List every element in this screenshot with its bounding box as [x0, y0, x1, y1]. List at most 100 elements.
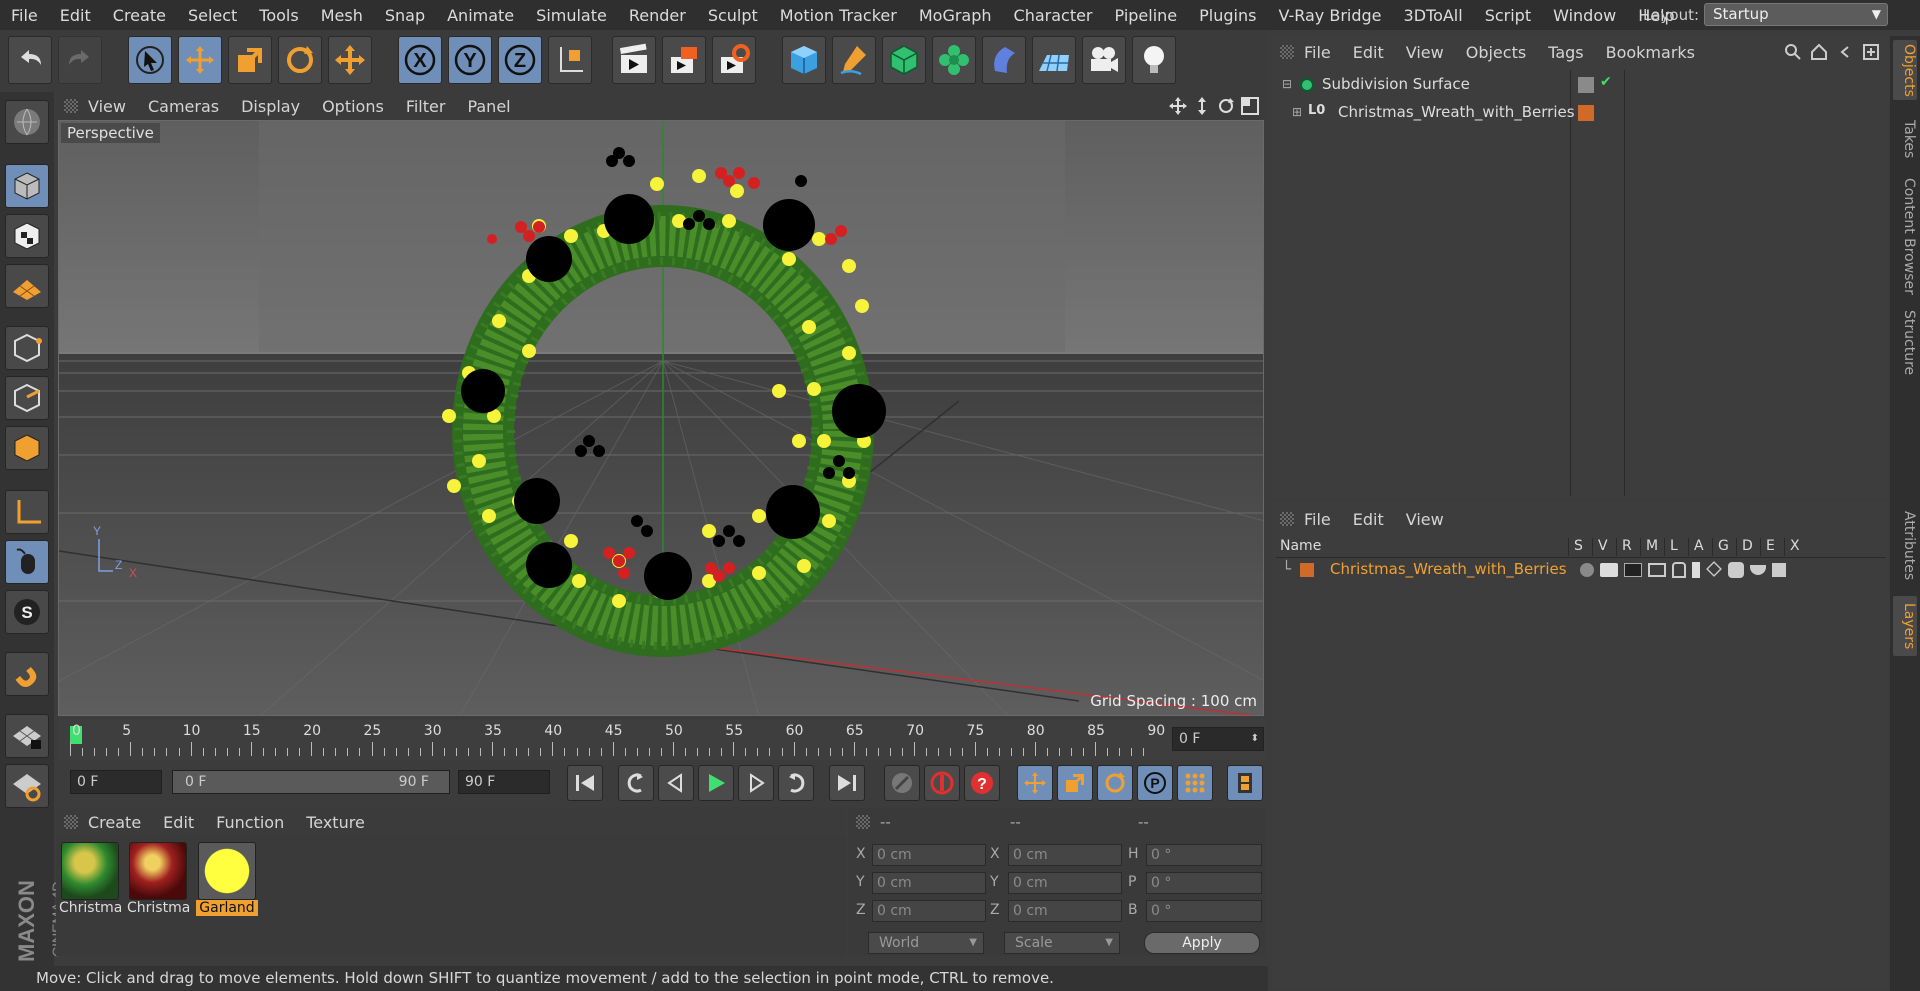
tweak-mode-button[interactable]	[5, 540, 49, 584]
pen-button[interactable]	[832, 36, 876, 84]
snap-button[interactable]	[5, 652, 49, 696]
current-frame-field[interactable]: 0 F ⬍	[1172, 727, 1264, 751]
layer-column-v[interactable]: V	[1598, 538, 1608, 554]
go-to-end-button[interactable]	[829, 765, 865, 801]
layer-column-a[interactable]: A	[1694, 538, 1704, 554]
coord-size-field[interactable]: 0 cm	[1008, 844, 1122, 866]
viewport-menu-display[interactable]: Display	[241, 97, 300, 116]
workplane-button[interactable]	[5, 264, 49, 308]
planar-workplane-button[interactable]	[5, 764, 49, 808]
apply-button[interactable]: Apply	[1144, 932, 1260, 954]
tab-objects[interactable]: Objects	[1893, 40, 1917, 100]
layer-menu-view[interactable]: View	[1406, 510, 1444, 529]
layer-column-e[interactable]: E	[1766, 538, 1775, 554]
play-button[interactable]	[698, 765, 734, 801]
layer-color-swatch[interactable]	[1578, 105, 1594, 121]
layer-column-s[interactable]: S	[1574, 538, 1583, 554]
menu-vray-bridge[interactable]: V-Ray Bridge	[1267, 6, 1392, 25]
menu-tools[interactable]: Tools	[248, 6, 309, 25]
layer-column-l[interactable]: L	[1670, 538, 1678, 554]
spinner-icon[interactable]: ⬍	[1251, 728, 1259, 750]
menu-window[interactable]: Window	[1542, 6, 1627, 25]
tab-takes[interactable]: Takes	[1893, 114, 1917, 164]
lock-icon[interactable]	[1672, 562, 1686, 578]
deformer-button[interactable]	[982, 36, 1026, 84]
coord-position-field[interactable]: 0 cm	[872, 900, 986, 922]
transform-button[interactable]	[328, 36, 372, 84]
viewport-menu-view[interactable]: View	[88, 97, 126, 116]
enabled-check-icon[interactable]: ✔	[1600, 74, 1612, 90]
layer-column-m[interactable]: M	[1646, 538, 1658, 554]
material-swatch[interactable]: Garland	[196, 842, 258, 922]
undo-button[interactable]	[8, 36, 52, 84]
menu-file[interactable]: File	[0, 6, 49, 25]
coord-rotation-field[interactable]: 0 °	[1146, 872, 1262, 894]
menu-plugins[interactable]: Plugins	[1188, 6, 1267, 25]
previous-key-button[interactable]	[618, 765, 654, 801]
keyframe-selection-button[interactable]: ?	[964, 765, 1000, 801]
model-mode-button[interactable]	[5, 164, 49, 208]
object-menu-objects[interactable]: Objects	[1466, 43, 1526, 62]
layer-menu-edit[interactable]: Edit	[1353, 510, 1384, 529]
coord-position-field[interactable]: 0 cm	[872, 872, 986, 894]
tab-attributes[interactable]: Attributes	[1893, 506, 1917, 586]
cloner-button[interactable]	[932, 36, 976, 84]
key-point-level-button[interactable]	[1177, 765, 1213, 801]
coordinate-system-button[interactable]	[548, 36, 592, 84]
texture-mode-button[interactable]	[5, 214, 49, 258]
object-menu-view[interactable]: View	[1406, 43, 1444, 62]
menu-sculpt[interactable]: Sculpt	[697, 6, 769, 25]
preview-range-slider[interactable]: 0 F 90 F	[172, 770, 450, 794]
tab-content-browser[interactable]: Content Browser	[1893, 176, 1917, 296]
grip-icon[interactable]	[1280, 45, 1294, 59]
layer-column-x[interactable]: X	[1790, 538, 1800, 554]
y-axis-button[interactable]: Y	[448, 36, 492, 84]
viewport-menu-cameras[interactable]: Cameras	[148, 97, 219, 116]
key-rotation-button[interactable]	[1097, 765, 1133, 801]
rotate-view-icon[interactable]	[1216, 96, 1236, 116]
deformers-icon[interactable]	[1728, 562, 1744, 578]
menu-mesh[interactable]: Mesh	[310, 6, 374, 25]
menu-mograph[interactable]: MoGraph	[908, 6, 1003, 25]
toggle-view-icon[interactable]	[1240, 96, 1260, 116]
key-scale-button[interactable]	[1057, 765, 1093, 801]
lock-workplane-button[interactable]	[5, 714, 49, 758]
coord-rotation-field[interactable]: 0 °	[1146, 900, 1262, 922]
light-button[interactable]	[1132, 36, 1176, 84]
menu-edit[interactable]: Edit	[49, 6, 102, 25]
viewport-menu-options[interactable]: Options	[322, 97, 384, 116]
autokeying-button[interactable]	[924, 765, 960, 801]
render-view-button[interactable]	[612, 36, 656, 84]
grip-icon[interactable]	[64, 99, 78, 113]
layer-column-name[interactable]: Name	[1280, 538, 1321, 554]
menu-snap[interactable]: Snap	[374, 6, 436, 25]
menu-character[interactable]: Character	[1003, 6, 1104, 25]
expand-icon[interactable]: ⊞	[1292, 105, 1302, 119]
layer-column-r[interactable]: R	[1622, 538, 1632, 554]
coord-size-field[interactable]: 0 cm	[1008, 900, 1122, 922]
subdivision-surface-button[interactable]	[882, 36, 926, 84]
key-position-button[interactable]	[1017, 765, 1053, 801]
menu-animate[interactable]: Animate	[436, 6, 525, 25]
coord-size-field[interactable]: 0 cm	[1008, 872, 1122, 894]
object-menu-bookmarks[interactable]: Bookmarks	[1606, 43, 1695, 62]
object-row-wreath[interactable]: ⊞ L0 Christmas_Wreath_with_Berries	[1272, 101, 1888, 125]
collapse-icon[interactable]: ⊟	[1282, 77, 1292, 91]
object-menu-edit[interactable]: Edit	[1353, 43, 1384, 62]
new-view-icon[interactable]	[1862, 43, 1880, 61]
next-frame-button[interactable]	[738, 765, 774, 801]
viewport-menu-filter[interactable]: Filter	[406, 97, 446, 116]
material-menu-function[interactable]: Function	[216, 813, 284, 832]
record-active-objects-button[interactable]	[884, 765, 920, 801]
coord-rotation-field[interactable]: 0 °	[1146, 844, 1262, 866]
z-axis-button[interactable]: Z	[498, 36, 542, 84]
material-menu-edit[interactable]: Edit	[163, 813, 194, 832]
tab-layers[interactable]: Layers	[1893, 596, 1917, 656]
rotate-button[interactable]	[278, 36, 322, 84]
animation-icon[interactable]	[1692, 562, 1700, 578]
layer-column-g[interactable]: G	[1718, 538, 1729, 554]
viewport-menu-panel[interactable]: Panel	[467, 97, 510, 116]
material-menu-texture[interactable]: Texture	[306, 813, 365, 832]
make-editable-button[interactable]	[5, 100, 49, 144]
points-mode-button[interactable]	[5, 326, 49, 370]
